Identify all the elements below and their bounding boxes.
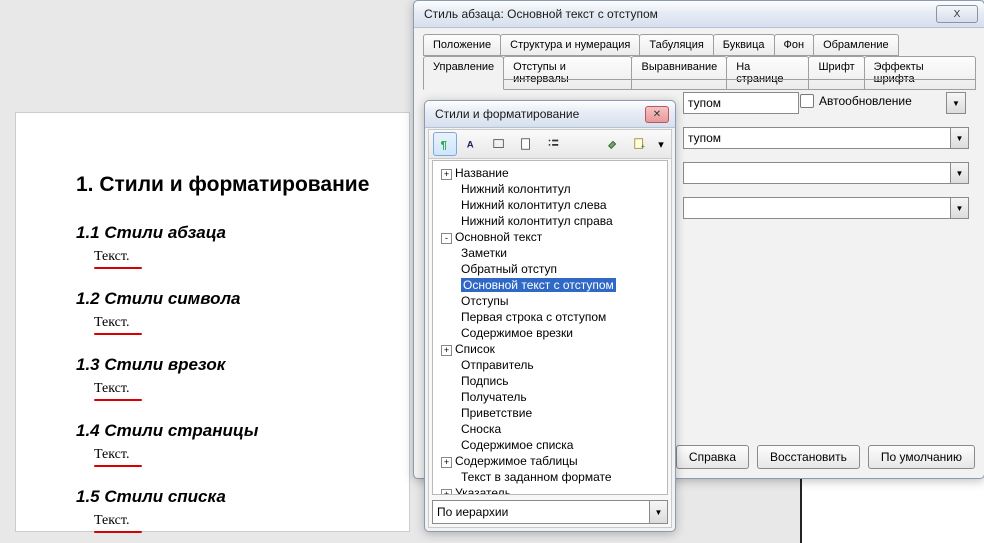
heading-2: 1.4 Стили страницы (76, 421, 409, 441)
tree-toggle-icon[interactable]: + (441, 489, 452, 495)
tab[interactable]: Буквица (713, 34, 775, 56)
tab-row-bottom: УправлениеОтступы и интервалыВыравнивани… (423, 56, 975, 90)
tree-node[interactable]: -Основной текст (433, 229, 667, 245)
tree-node[interactable]: Сноска (433, 421, 667, 437)
category-combo[interactable]: ▼ (683, 197, 969, 219)
tree-toggle-icon[interactable]: + (441, 457, 452, 468)
tree-node[interactable]: Содержимое врезки (433, 325, 667, 341)
tree-node[interactable]: +Список (433, 341, 667, 357)
heading-2: 1.3 Стили врезок (76, 355, 409, 375)
chevron-down-icon: ▼ (950, 198, 968, 218)
name-combo[interactable]: тупом (683, 92, 799, 114)
tab[interactable]: Фон (774, 34, 815, 56)
document-corner (800, 474, 984, 543)
tree-toggle-icon[interactable]: + (441, 169, 452, 180)
list-styles-icon[interactable] (541, 132, 565, 156)
spelling-underline (94, 465, 142, 467)
checkbox-icon (800, 94, 814, 108)
tab[interactable]: Положение (423, 34, 501, 56)
styles-title: Стили и форматирование (435, 107, 645, 121)
menu-dropdown-icon[interactable]: ▾ (655, 132, 667, 156)
tree-node[interactable]: Нижний колонтитул слева (433, 197, 667, 213)
tree-node[interactable]: Первая строка с отступом (433, 309, 667, 325)
chevron-down-icon: ▼ (950, 128, 968, 148)
heading-2: 1.1 Стили абзаца (76, 223, 409, 243)
tree-node[interactable]: Текст в заданном формате (433, 469, 667, 485)
frame-styles-icon[interactable] (487, 132, 511, 156)
svg-text:A: A (467, 140, 474, 151)
auto-update-checkbox[interactable]: Автообновление (800, 94, 912, 108)
body-text: Текст. (94, 447, 409, 463)
tab[interactable]: Шрифт (808, 56, 864, 90)
new-style-icon[interactable]: + (628, 132, 652, 156)
heading-2: 1.2 Стили символа (76, 289, 409, 309)
linked-combo[interactable]: ▼ (683, 162, 969, 184)
tab[interactable]: На странице (726, 56, 809, 90)
tab[interactable]: Обрамление (813, 34, 899, 56)
body-text: Текст. (94, 249, 409, 265)
tree-node[interactable]: Основной текст с отступом (433, 277, 667, 293)
tab[interactable]: Управление (423, 56, 504, 90)
tab[interactable]: Табуляция (639, 34, 713, 56)
next-style-combo[interactable]: тупом ▼ (683, 127, 969, 149)
tree-toggle-icon[interactable]: - (441, 233, 452, 244)
tree-node[interactable]: Отправитель (433, 357, 667, 373)
restore-button[interactable]: Восстановить (757, 445, 860, 469)
tree-node[interactable]: Отступы (433, 293, 667, 309)
dialog-title: Стиль абзаца: Основной текст с отступом (424, 7, 936, 21)
tree-node[interactable]: Нижний колонтитул (433, 181, 667, 197)
tab-row-top: ПоложениеСтруктура и нумерацияТабуляцияБ… (423, 34, 898, 56)
tab[interactable]: Эффекты шрифта (864, 56, 976, 90)
styles-tree[interactable]: +НазваниеНижний колонтитулНижний колонти… (432, 160, 668, 495)
svg-text:¶: ¶ (441, 139, 447, 151)
default-button[interactable]: По умолчанию (868, 445, 975, 469)
tree-node[interactable]: Получатель (433, 389, 667, 405)
char-styles-icon[interactable]: A (460, 132, 484, 156)
tree-node[interactable]: Нижний колонтитул справа (433, 213, 667, 229)
tree-node[interactable]: +Содержимое таблицы (433, 453, 667, 469)
styles-toolbar: ¶ A + ▾ (429, 130, 671, 159)
tab[interactable]: Структура и нумерация (500, 34, 640, 56)
tree-toggle-icon[interactable]: + (441, 345, 452, 356)
chevron-down-icon: ▼ (649, 501, 667, 523)
tree-node[interactable]: Заметки (433, 245, 667, 261)
spelling-underline (94, 531, 142, 533)
tree-node[interactable]: +Указатель (433, 485, 667, 495)
svg-text:+: + (641, 143, 645, 150)
chevron-down-icon: ▼ (950, 163, 968, 183)
close-button[interactable]: X (936, 5, 978, 23)
filter-combo[interactable]: По иерархии ▼ (432, 500, 668, 524)
dropdown-arrow[interactable]: ▼ (946, 92, 966, 114)
spelling-underline (94, 399, 142, 401)
tab[interactable]: Выравнивание (631, 56, 727, 90)
fill-format-icon[interactable] (601, 132, 625, 156)
help-button[interactable]: Справка (676, 445, 749, 469)
spelling-underline (94, 333, 142, 335)
body-text: Текст. (94, 315, 409, 331)
heading-1: 1. Стили и форматирование (76, 173, 409, 197)
spelling-underline (94, 267, 142, 269)
page-styles-icon[interactable] (514, 132, 538, 156)
tree-node[interactable]: Приветствие (433, 405, 667, 421)
styles-titlebar[interactable]: Стили и форматирование ✕ (425, 101, 675, 128)
paragraph-styles-icon[interactable]: ¶ (433, 132, 457, 156)
tree-node[interactable]: Содержимое списка (433, 437, 667, 453)
tree-node[interactable]: +Название (433, 165, 667, 181)
body-text: Текст. (94, 381, 409, 397)
tree-node[interactable]: Обратный отступ (433, 261, 667, 277)
checkbox-label: Автообновление (819, 94, 912, 108)
dialog-titlebar[interactable]: Стиль абзаца: Основной текст с отступом … (414, 1, 984, 28)
document-page: 1. Стили и форматирование 1.1 Стили абза… (15, 112, 410, 532)
heading-2: 1.5 Стили списка (76, 487, 409, 507)
close-button[interactable]: ✕ (645, 106, 669, 123)
styles-window: Стили и форматирование ✕ ¶ A + ▾ +Назван… (424, 100, 676, 532)
body-text: Текст. (94, 513, 409, 529)
tree-node[interactable]: Подпись (433, 373, 667, 389)
tab[interactable]: Отступы и интервалы (503, 56, 632, 90)
